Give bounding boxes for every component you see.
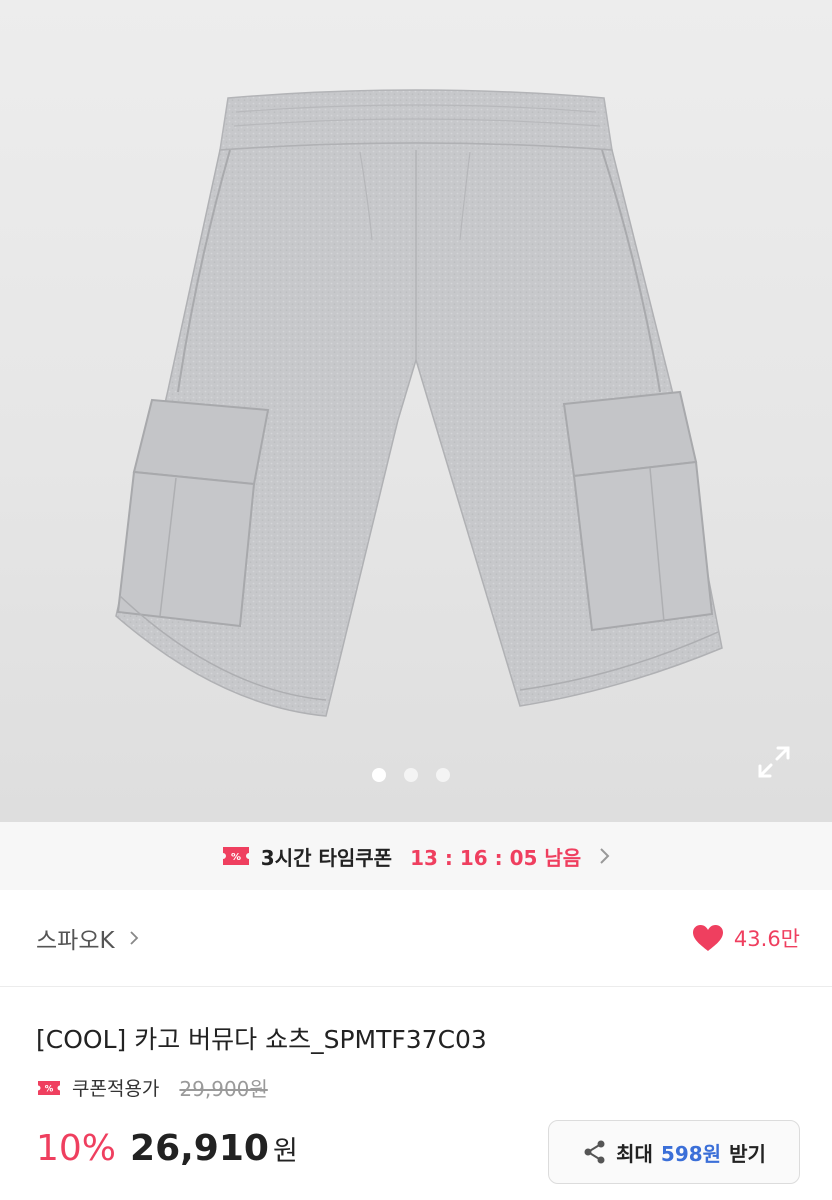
chevron-right-icon (600, 848, 610, 864)
svg-text:%: % (45, 1084, 54, 1094)
like-count: 43.6만 (733, 927, 800, 951)
carousel-dot-1[interactable] (372, 768, 386, 782)
share-prefix: 최대 (616, 1141, 653, 1166)
carousel-indicator (372, 768, 450, 782)
product-title: [COOL] 카고 버뮤다 쇼츠_SPMTF37C03 (36, 1025, 487, 1054)
coupon-ticket-icon: % (222, 847, 249, 865)
divider (0, 986, 832, 987)
share-points: 598원 (660, 1141, 722, 1166)
share-reward-button[interactable]: 최대 598원 받기 (548, 1120, 800, 1184)
original-price: 29,900원 (179, 1077, 268, 1101)
product-image-carousel[interactable] (0, 0, 832, 822)
brand-row: 스파오K 43.6만 (0, 890, 832, 986)
coupon-ticket-icon: % (38, 1080, 60, 1095)
svg-text:%: % (231, 852, 241, 863)
carousel-dot-3[interactable] (436, 768, 450, 782)
share-suffix: 받기 (729, 1141, 766, 1166)
coupon-applied-label: 쿠폰적용가 (72, 1078, 160, 1100)
brand-link[interactable]: 스파오K (36, 921, 139, 955)
brand-name: 스파오K (36, 928, 115, 954)
coupon-price-info: % 쿠폰적용가 29,900원 (36, 1073, 268, 1102)
time-coupon-timer: 13 : 16 : 05 남음 (410, 845, 582, 870)
discount-rate: 10% (36, 1128, 117, 1169)
time-coupon-banner[interactable]: % 3시간 타임쿠폰 13 : 16 : 05 남음 (0, 822, 832, 890)
like-button[interactable]: 43.6만 (692, 923, 800, 953)
chevron-right-icon (129, 931, 138, 945)
time-coupon-label: 3시간 타임쿠폰 (260, 845, 393, 870)
product-image (115, 89, 723, 717)
currency-unit: 원 (272, 1136, 298, 1167)
price-row: 10% 26,910 원 (36, 1128, 298, 1169)
share-icon (584, 1140, 605, 1164)
heart-icon (692, 925, 723, 951)
sale-price: 26,910 (130, 1128, 269, 1169)
carousel-dot-2[interactable] (404, 768, 418, 782)
expand-icon[interactable] (756, 744, 792, 780)
